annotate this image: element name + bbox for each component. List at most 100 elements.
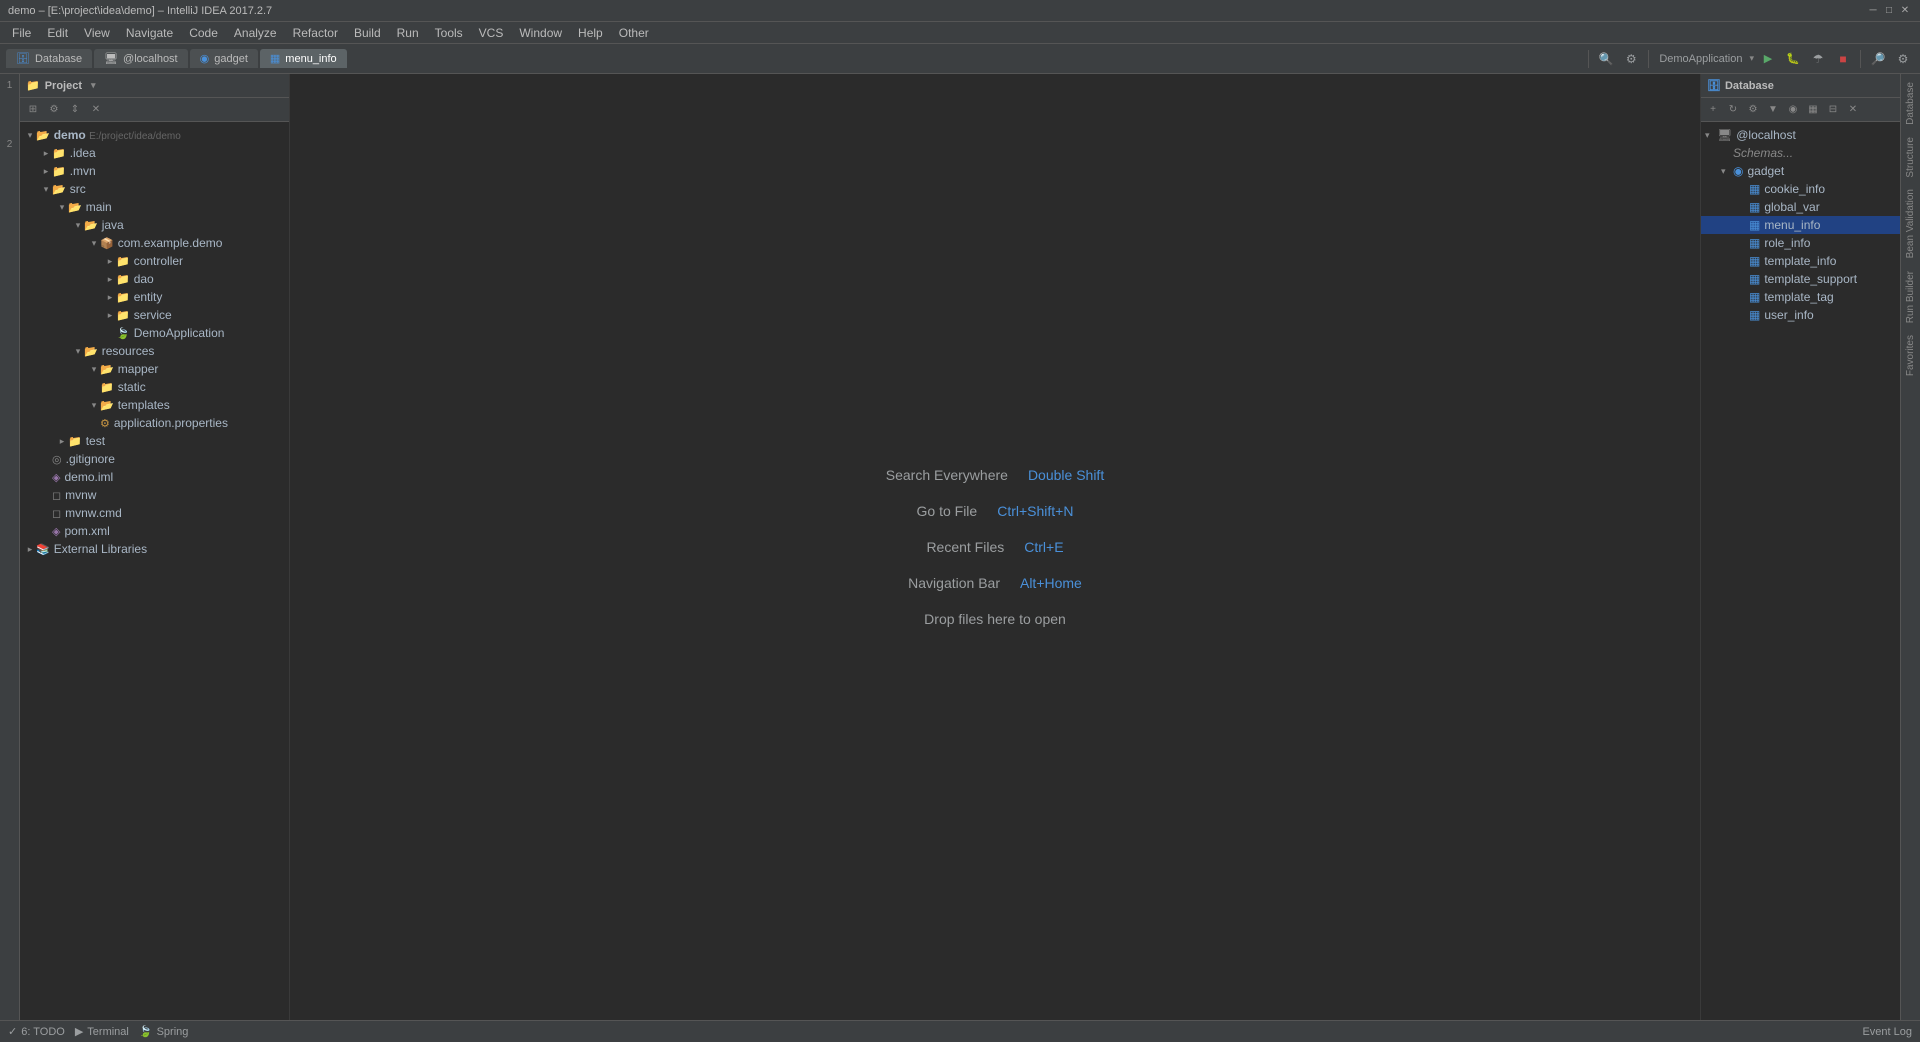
search-everywhere-button[interactable]: 🔎 — [1867, 48, 1889, 70]
db-tree-template-info[interactable]: · ▦ template_info — [1701, 252, 1900, 270]
menu-vcs[interactable]: VCS — [471, 24, 512, 42]
stop-button[interactable]: ■ — [1832, 48, 1854, 70]
db-tree-role-info[interactable]: · ▦ role_info — [1701, 234, 1900, 252]
tree-item-dao[interactable]: ▸ 📁 dao — [20, 270, 289, 288]
project-folder-icon: 📁 — [26, 79, 40, 92]
tree-label: static — [118, 380, 146, 394]
panel-collapse-btn[interactable]: ⊞ — [24, 101, 42, 119]
tree-item-idea[interactable]: ▸ 📁 .idea — [20, 144, 289, 162]
tab-gadget[interactable]: ◉ gadget — [190, 49, 258, 68]
bottom-terminal[interactable]: ▶ Terminal — [75, 1025, 129, 1038]
tree-item-mapper[interactable]: ▾ 📂 mapper — [20, 360, 289, 378]
toolbar-btn-search[interactable]: 🔍 — [1595, 48, 1617, 70]
left-icon-2[interactable]: 2 — [5, 137, 15, 152]
tree-item-gitignore[interactable]: · ◎ .gitignore — [20, 450, 289, 468]
menu-view[interactable]: View — [76, 24, 118, 42]
tree-arrow: ▸ — [104, 292, 116, 303]
menu-window[interactable]: Window — [511, 24, 570, 42]
window-controls[interactable]: ─ □ ✕ — [1866, 4, 1912, 18]
bottom-spring[interactable]: 🍃 Spring — [139, 1025, 189, 1038]
tree-item-service[interactable]: ▸ 📁 service — [20, 306, 289, 324]
bottom-right: Event Log — [1862, 1026, 1912, 1038]
menu-edit[interactable]: Edit — [39, 24, 76, 42]
right-icon-favorites[interactable]: Favorites — [1903, 331, 1918, 380]
tree-item-main[interactable]: ▾ 📂 main — [20, 198, 289, 216]
db-tree-gadget[interactable]: ▾ ◉ gadget — [1701, 162, 1900, 180]
tree-item-appprops[interactable]: · ⚙ application.properties — [20, 414, 289, 432]
db-tree-menu-info[interactable]: · ▦ menu_info — [1701, 216, 1900, 234]
db-close-button[interactable]: ✕ — [1844, 101, 1862, 119]
tree-item-entity[interactable]: ▸ 📁 entity — [20, 288, 289, 306]
run-coverage-button[interactable]: ☂ — [1807, 48, 1829, 70]
menu-help[interactable]: Help — [570, 24, 611, 42]
right-icon-run-builder[interactable]: Run Builder — [1903, 267, 1918, 327]
menu-code[interactable]: Code — [181, 24, 226, 42]
menu-other[interactable]: Other — [611, 24, 657, 42]
menu-refactor[interactable]: Refactor — [285, 24, 346, 42]
tree-label: demo.iml — [64, 470, 113, 484]
menu-run[interactable]: Run — [389, 24, 427, 42]
panel-settings-btn[interactable]: ⚙ — [45, 101, 63, 119]
debug-button[interactable]: 🐛 — [1782, 48, 1804, 70]
tree-item-templates[interactable]: ▾ 📂 templates — [20, 396, 289, 414]
left-icon-1[interactable]: 1 — [5, 78, 15, 93]
db-tree-user-info[interactable]: · ▦ user_info — [1701, 306, 1900, 324]
maximize-button[interactable]: □ — [1882, 4, 1896, 18]
bottom-terminal-label: Terminal — [87, 1026, 129, 1038]
bottom-todo[interactable]: ✓ 6: TODO — [8, 1025, 65, 1038]
bottom-event-log[interactable]: Event Log — [1862, 1026, 1912, 1038]
tree-item-mvnwcmd[interactable]: · ◻ mvnw.cmd — [20, 504, 289, 522]
folder-icon: 📂 — [100, 363, 114, 376]
tree-item-resources[interactable]: ▾ 📂 resources — [20, 342, 289, 360]
tree-item-mvnw[interactable]: · ◻ mvnw — [20, 486, 289, 504]
tab-menu-info[interactable]: ▦ menu_info — [260, 49, 347, 68]
tab-localhost[interactable]: 🖥 @localhost — [94, 49, 188, 68]
close-button[interactable]: ✕ — [1898, 4, 1912, 18]
db-settings-button[interactable]: ⚙ — [1744, 101, 1762, 119]
toolbar-btn-settings[interactable]: ⚙ — [1620, 48, 1642, 70]
menu-build[interactable]: Build — [346, 24, 389, 42]
db-table-icon2: ▦ — [1749, 200, 1760, 214]
run-button[interactable]: ▶ — [1757, 48, 1779, 70]
tab-database[interactable]: 🗄 Database — [6, 49, 92, 68]
tree-item-mvn[interactable]: ▸ 📁 .mvn — [20, 162, 289, 180]
menu-navigate[interactable]: Navigate — [118, 24, 181, 42]
tree-label: DemoApplication — [134, 326, 225, 340]
db-schema-button[interactable]: ◉ — [1784, 101, 1802, 119]
right-icon-database[interactable]: Database — [1903, 78, 1918, 129]
db-tree-cookie-info[interactable]: · ▦ cookie_info — [1701, 180, 1900, 198]
menu-analyze[interactable]: Analyze — [226, 24, 285, 42]
settings-button[interactable]: ⚙ — [1892, 48, 1914, 70]
right-icon-structure[interactable]: Structure — [1903, 133, 1918, 182]
db-collapse-button[interactable]: ⊟ — [1824, 101, 1842, 119]
panel-scroll-btn[interactable]: ⇕ — [66, 101, 84, 119]
tree-item-java[interactable]: ▾ 📂 java — [20, 216, 289, 234]
db-cookie-info-label: cookie_info — [1764, 182, 1825, 196]
db-refresh-button[interactable]: ↻ — [1724, 101, 1742, 119]
panel-close-btn[interactable]: ✕ — [87, 101, 105, 119]
db-tree-global-var[interactable]: · ▦ global_var — [1701, 198, 1900, 216]
tree-item-demo[interactable]: ▾ 📂 demo E:/project/idea/demo — [20, 126, 289, 144]
db-tree-template-support[interactable]: · ▦ template_support — [1701, 270, 1900, 288]
project-dropdown-icon[interactable]: ▾ — [91, 80, 96, 91]
tree-item-src[interactable]: ▾ 📂 src — [20, 180, 289, 198]
right-icon-bean-validation[interactable]: Bean Validation — [1903, 185, 1918, 262]
tree-item-pomxml[interactable]: · ◈ pom.xml — [20, 522, 289, 540]
tree-item-external-libs[interactable]: ▸ 📚 External Libraries — [20, 540, 289, 558]
tree-item-package[interactable]: ▾ 📦 com.example.demo — [20, 234, 289, 252]
tree-item-controller[interactable]: ▸ 📁 controller — [20, 252, 289, 270]
db-tree-localhost[interactable]: ▾ 🖥 @localhost — [1701, 126, 1900, 144]
db-filter-button[interactable]: ▼ — [1764, 101, 1782, 119]
tree-item-static[interactable]: · 📁 static — [20, 378, 289, 396]
db-tree-schemas[interactable]: · Schemas... — [1701, 144, 1900, 162]
db-table-button[interactable]: ▦ — [1804, 101, 1822, 119]
tree-item-test[interactable]: ▸ 📁 test — [20, 432, 289, 450]
menu-tools[interactable]: Tools — [427, 24, 471, 42]
menu-file[interactable]: File — [4, 24, 39, 42]
minimize-button[interactable]: ─ — [1866, 4, 1880, 18]
db-tree-template-tag[interactable]: · ▦ template_tag — [1701, 288, 1900, 306]
tree-item-demoapplication[interactable]: · 🍃 DemoApplication — [20, 324, 289, 342]
db-add-button[interactable]: + — [1704, 101, 1722, 119]
tree-label: mvnw — [65, 488, 96, 502]
tree-item-demoiml[interactable]: · ◈ demo.iml — [20, 468, 289, 486]
